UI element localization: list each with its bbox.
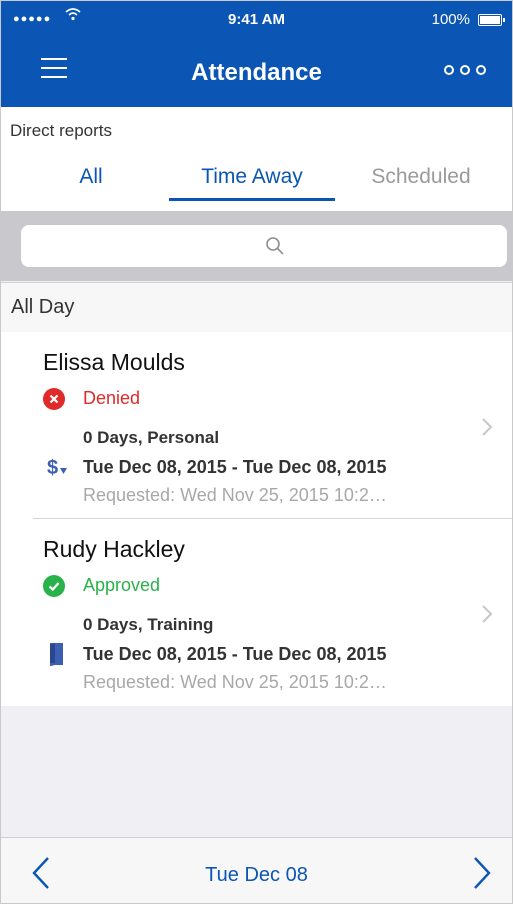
- requested-timestamp: Requested: Wed Nov 25, 2015 10:2…: [83, 672, 387, 692]
- chevron-right-icon: [482, 418, 493, 436]
- requested-timestamp: Requested: Wed Nov 25, 2015 10:2…: [83, 485, 387, 505]
- date-navigator: Tue Dec 08: [1, 837, 512, 903]
- search-icon: [266, 237, 284, 255]
- employee-name: Elissa Moulds: [43, 349, 185, 375]
- denied-status-icon: [43, 388, 65, 410]
- direct-reports-label: Direct reports: [10, 121, 113, 140]
- battery-icon: [478, 14, 505, 26]
- section-title: All Day: [11, 296, 75, 318]
- tab-time-away[interactable]: Time Away: [169, 165, 335, 189]
- dollar-icon: $: [47, 457, 67, 479]
- search-input[interactable]: [21, 225, 507, 267]
- date-range: Tue Dec 08, 2015 - Tue Dec 08, 2015: [83, 457, 387, 477]
- chevron-right-icon: [482, 605, 493, 623]
- days-type: 0 Days, Training: [83, 615, 214, 634]
- status-bar: ●●●●● 9:41 AM 100%: [1, 1, 512, 41]
- current-date[interactable]: Tue Dec 08: [1, 864, 512, 887]
- tab-scheduled[interactable]: Scheduled: [351, 165, 491, 189]
- status-label: Denied: [83, 388, 141, 408]
- page-title: Attendance: [191, 59, 322, 86]
- list-item[interactable]: Rudy Hackley Approved 0 Days, Training T…: [1, 519, 512, 706]
- section-header: All Day: [1, 282, 512, 333]
- search-bar: [1, 211, 512, 281]
- tab-all[interactable]: All: [61, 165, 121, 189]
- days-type: 0 Days, Personal: [83, 428, 220, 447]
- filter-area: Direct reports All Time Away Scheduled: [1, 107, 512, 211]
- selected-tab-indicator: [169, 198, 335, 201]
- book-icon: [50, 643, 63, 666]
- more-options-icon[interactable]: [444, 65, 488, 79]
- nav-bar: ●●●●● 9:41 AM 100% Attendance: [1, 1, 512, 107]
- svg-text:$: $: [47, 457, 58, 479]
- date-range: Tue Dec 08, 2015 - Tue Dec 08, 2015: [83, 644, 387, 664]
- app-screen: ●●●●● 9:41 AM 100% Attendance Direct rep…: [0, 0, 513, 904]
- battery-percent: 100%: [431, 11, 470, 28]
- status-label: Approved: [83, 575, 161, 595]
- employee-name: Rudy Hackley: [43, 536, 185, 562]
- approved-status-icon: [43, 575, 65, 597]
- chevron-right-icon[interactable]: [472, 856, 492, 890]
- list-item[interactable]: Elissa Moulds Denied 0 Days, Personal $ …: [1, 332, 512, 519]
